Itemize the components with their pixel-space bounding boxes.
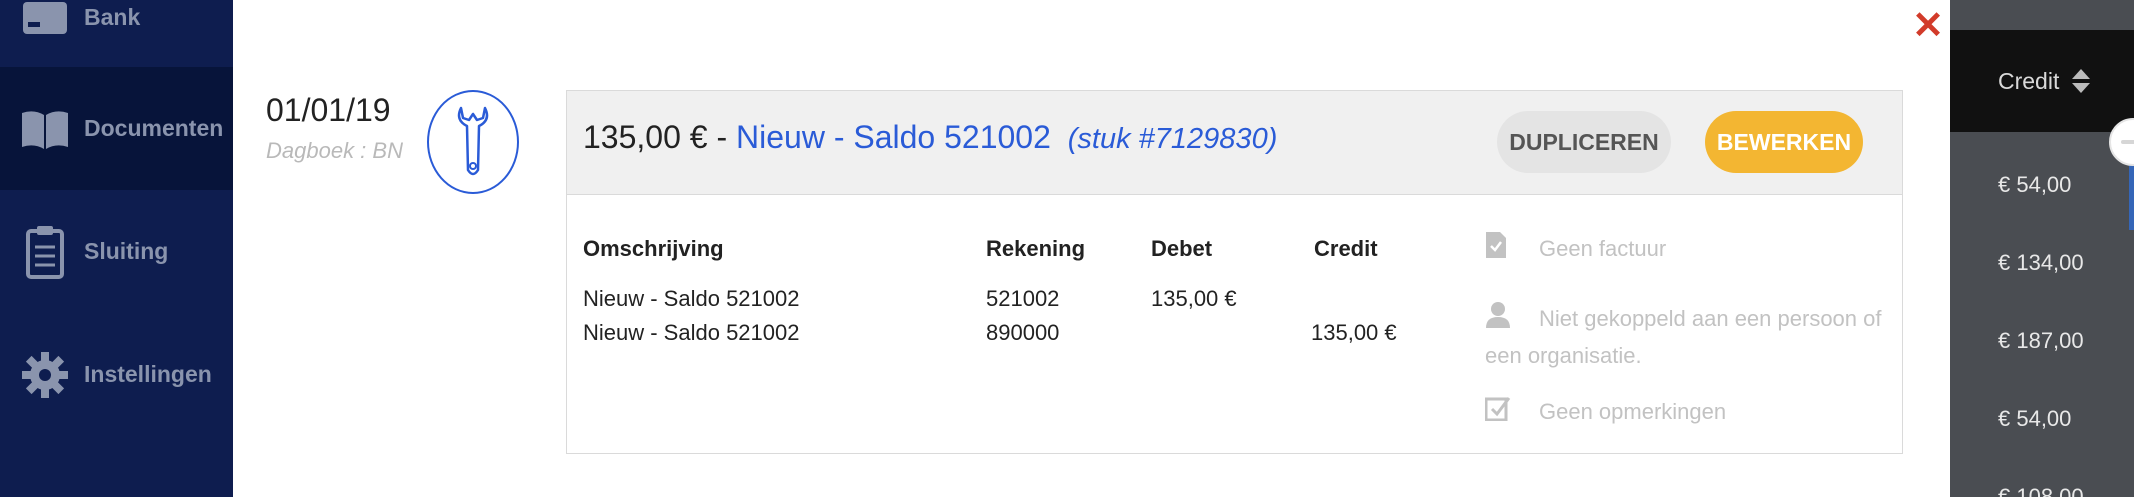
close-button[interactable]: ✕: [1910, 7, 1946, 45]
table-cell: € 134,00: [1998, 250, 2084, 275]
document-check-icon: [1485, 231, 1539, 269]
sidebar-item-bank[interactable]: Bank: [0, 0, 233, 65]
sidebar-item-label: Instellingen: [84, 361, 212, 387]
gear-icon: [20, 350, 70, 400]
bank-card-icon: [20, 0, 70, 43]
background-table: Credit € 54,00 € 134,00 € 187,00 € 54,00…: [1950, 0, 2134, 497]
entry-amount: 135,00 € -: [583, 119, 728, 155]
table-cell: € 187,00: [1998, 328, 2084, 353]
entry-modal: ✕ 01/01/19 Dagboek : BN 135,00 € - Nieuw…: [233, 0, 2134, 497]
entry-description[interactable]: Nieuw - Saldo 521002: [736, 119, 1051, 155]
table-cell: Nieuw - Saldo 521002: [583, 286, 800, 311]
entry-card: 135,00 € - Nieuw - Saldo 521002 (stuk #7…: [566, 90, 1903, 454]
entry-date: 01/01/19: [266, 92, 391, 128]
column-header-rekening: Rekening: [986, 236, 1086, 261]
remarks-status: Geen opmerkingen: [1484, 395, 1895, 431]
column-header-debet: Debet: [1151, 236, 1213, 261]
edit-button[interactable]: BEWERKEN: [1705, 111, 1863, 173]
clipboard-icon: [20, 225, 70, 279]
person-status: Niet gekoppeld aan een persoon of een or…: [1485, 301, 1895, 373]
credit-column-header[interactable]: Credit: [1950, 30, 2134, 132]
column-header-credit: Credit: [1314, 236, 1378, 261]
sidebar-item-instellingen[interactable]: Instellingen: [0, 313, 233, 436]
table-cell: 521002: [986, 286, 1060, 311]
table-cell: 135,00 €: [1151, 286, 1237, 311]
duplicate-button[interactable]: DUPLICEREN: [1497, 111, 1671, 173]
column-header-omschrijving: Omschrijving: [583, 236, 724, 261]
sidebar: Bank Documenten Sluiting Instellingen: [0, 0, 233, 497]
table-cell: Nieuw - Saldo 521002: [583, 320, 800, 345]
journal-label: Dagboek : BN: [266, 138, 403, 163]
table-cell: 890000: [986, 320, 1060, 345]
table-cell: 135,00 €: [1311, 320, 1397, 345]
sidebar-item-sluiting[interactable]: Sluiting: [0, 190, 233, 313]
sidebar-item-label: Documenten: [84, 115, 224, 141]
invoice-status: Geen factuur: [1485, 231, 1895, 269]
entry-header: 135,00 € - Nieuw - Saldo 521002 (stuk #7…: [567, 91, 1902, 195]
entry-title: 135,00 € - Nieuw - Saldo 521002 (stuk #7…: [583, 119, 1277, 156]
sidebar-item-label: Bank: [84, 4, 141, 30]
wrench-icon: [427, 90, 519, 194]
sidebar-item-label: Sluiting: [84, 238, 169, 264]
book-icon: [20, 104, 70, 154]
user-icon: [1485, 301, 1539, 339]
edit-note-icon: [1484, 395, 1539, 431]
minus-icon: [2121, 140, 2134, 144]
table-cell: € 54,00: [1998, 406, 2072, 431]
sidebar-item-documenten[interactable]: Documenten: [0, 67, 233, 190]
sort-icon: [2071, 68, 2091, 94]
table-cell: € 108,00: [1998, 484, 2084, 497]
entry-piece-number[interactable]: (stuk #7129830): [1068, 123, 1278, 155]
table-cell: € 54,00: [1998, 172, 2072, 197]
